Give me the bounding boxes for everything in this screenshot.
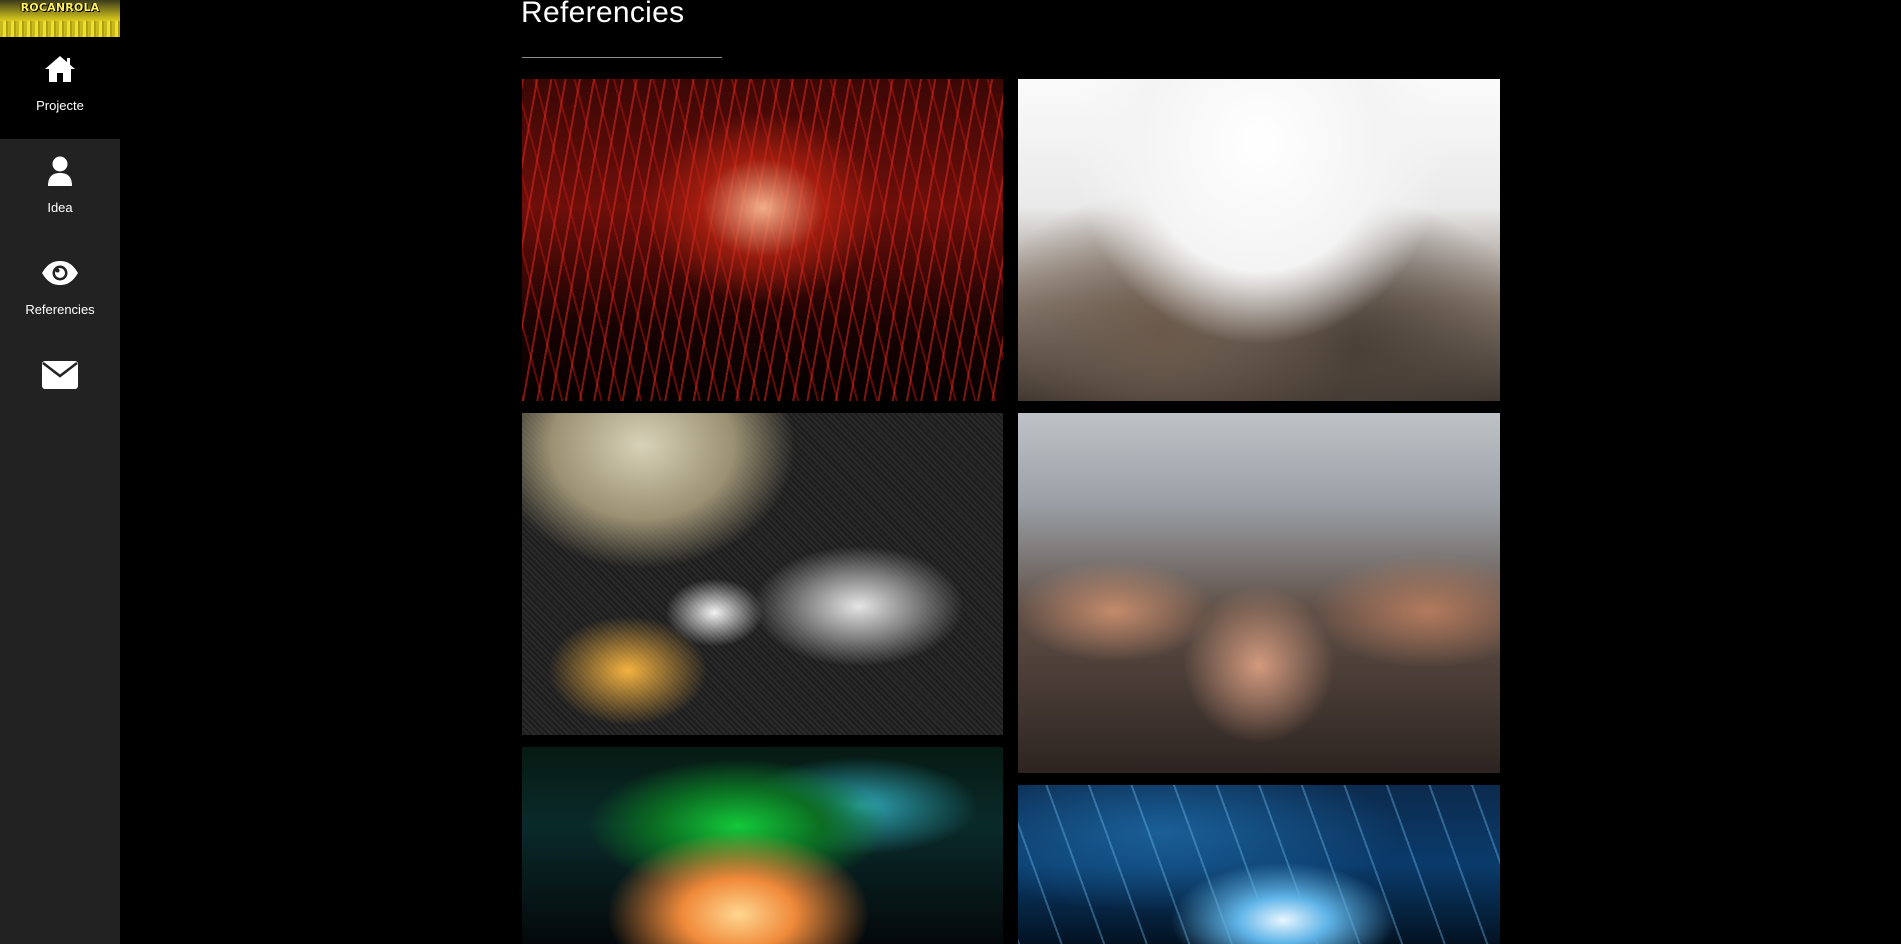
logo[interactable]: ROCANROLA — [0, 0, 120, 37]
gallery-image-drugs-table[interactable] — [522, 413, 1003, 735]
nav-item-contact[interactable] — [0, 343, 120, 445]
gallery-image-concert-streamers[interactable] — [522, 79, 1003, 401]
title-divider — [522, 57, 722, 58]
logo-text: ROCANROLA — [20, 1, 100, 14]
nav-label-idea: Idea — [47, 200, 73, 215]
nav-item-idea[interactable]: Idea — [0, 139, 120, 241]
sidebar: ROCANROLA Projecte Idea Referencies — [0, 0, 120, 944]
gallery-image-blue-lights[interactable] — [1018, 785, 1500, 944]
logo-grass-decoration — [0, 21, 120, 37]
user-icon — [0, 153, 120, 189]
eye-icon — [0, 255, 120, 291]
nav-label-projecte: Projecte — [36, 98, 84, 113]
page-title: Referencies — [521, 0, 685, 29]
envelope-icon — [0, 357, 120, 393]
gallery-image-festival-crowd[interactable] — [1018, 79, 1500, 401]
nav-item-projecte[interactable]: Projecte — [0, 37, 120, 139]
home-icon — [0, 51, 120, 87]
gallery-image-green-stage[interactable] — [522, 747, 1003, 944]
nav-label-referencies: Referencies — [25, 302, 95, 317]
nav-item-referencies[interactable]: Referencies — [0, 241, 120, 343]
gallery-image-confetti-crowd[interactable] — [1018, 413, 1500, 773]
